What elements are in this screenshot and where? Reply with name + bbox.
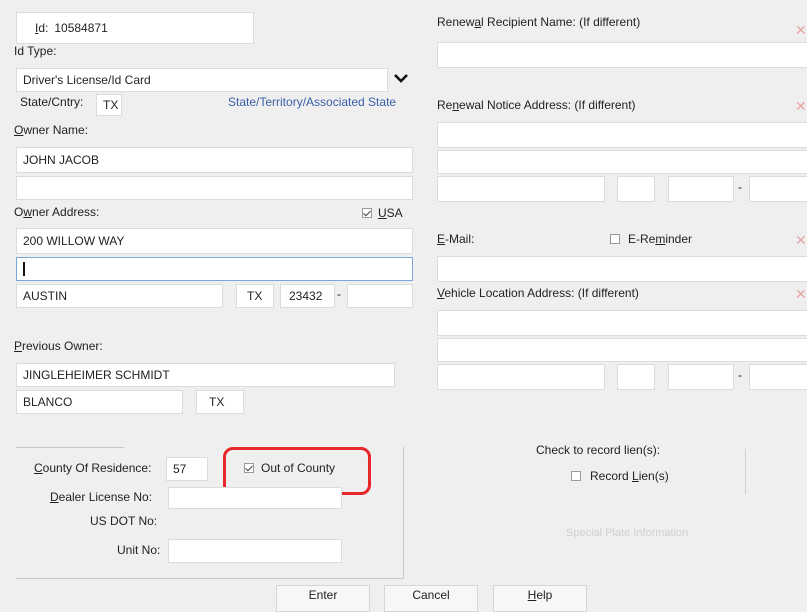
renewal-zip-separator: -	[738, 180, 742, 194]
enter-button[interactable]: Enter	[276, 585, 370, 612]
state-territory-link[interactable]: State/Territory/Associated State	[228, 95, 396, 109]
city-value: AUSTIN	[23, 289, 68, 303]
close-icon[interactable]: ✕	[795, 232, 807, 249]
email-label: E-Mail:	[437, 232, 475, 246]
renewal-notice-label: Renewal Notice Address: (If different)	[437, 98, 636, 112]
county-label: County Of Residence:	[34, 461, 152, 475]
chevron-down-icon[interactable]	[393, 72, 411, 86]
ereminder-label: E-Reminder	[628, 232, 693, 246]
lien-header: Check to record lien(s):	[536, 443, 661, 457]
vehicle-address-1[interactable]	[437, 310, 807, 336]
usa-label: USA	[378, 206, 403, 220]
text-cursor	[23, 262, 25, 276]
checkbox-icon	[571, 471, 581, 481]
renewal-zip-ext[interactable]	[749, 176, 807, 202]
previous-owner-name-value: JINGLEHEIMER SCHMIDT	[23, 368, 170, 382]
help-label: Help	[527, 588, 553, 602]
state-label: State/Cntry:	[20, 95, 84, 109]
email-field[interactable]	[437, 256, 807, 282]
cancel-button[interactable]: Cancel	[384, 585, 478, 612]
state-value: TX	[103, 98, 119, 112]
state-field[interactable]: TX	[96, 94, 122, 116]
renewal-state[interactable]	[617, 176, 655, 202]
special-plate-link: Special Plate Information	[566, 527, 689, 539]
bottom-group-top-line	[16, 447, 124, 448]
renewal-address-2[interactable]	[437, 150, 807, 174]
id-type-select[interactable]: Driver's License/Id Card	[16, 68, 388, 92]
close-icon[interactable]: ✕	[795, 286, 807, 303]
previous-owner-label: Previous Owner:	[14, 339, 103, 353]
id-value: 10584871	[54, 21, 108, 35]
renewal-zip[interactable]	[668, 176, 734, 202]
county-value: 57	[173, 462, 187, 476]
dealer-label: Dealer License No:	[50, 490, 153, 504]
renewal-city[interactable]	[437, 176, 605, 202]
zip-field[interactable]: 23432	[280, 284, 335, 308]
owner-name-field-2[interactable]	[16, 176, 413, 200]
ereminder-checkbox[interactable]: E-Reminder	[610, 232, 692, 246]
owner-name-label: Owner Name:	[14, 123, 89, 137]
close-icon[interactable]: ✕	[795, 98, 807, 115]
record-lien-label: Record Lien(s)	[590, 469, 669, 483]
vehicle-address-2[interactable]	[437, 338, 807, 362]
address-line-2[interactable]	[16, 257, 413, 281]
renewal-recipient-label: Renewal Recipient Name: (If different)	[437, 15, 641, 29]
address-state-value: TX	[247, 289, 263, 303]
vehicle-zip[interactable]	[668, 364, 734, 390]
zip-value: 23432	[289, 289, 323, 303]
address-1-value: 200 WILLOW WAY	[23, 234, 125, 248]
previous-owner-state-field[interactable]: TX	[196, 390, 244, 414]
close-icon[interactable]: ✕	[795, 22, 807, 39]
unit-field[interactable]	[168, 539, 342, 563]
id-type-value: Driver's License/Id Card	[23, 73, 151, 87]
address-line-1[interactable]: 200 WILLOW WAY	[16, 228, 413, 254]
cancel-label: Cancel	[412, 588, 450, 602]
id-label: Id:	[35, 21, 49, 35]
previous-owner-city-field[interactable]: BLANCO	[16, 390, 183, 414]
renewal-address-1[interactable]	[437, 122, 807, 148]
zip-ext-field[interactable]	[347, 284, 413, 308]
vehicle-city[interactable]	[437, 364, 605, 390]
vehicle-zip-separator: -	[738, 368, 742, 382]
unit-label: Unit No:	[117, 543, 161, 557]
id-type-label: Id Type:	[14, 44, 57, 58]
record-lien-checkbox[interactable]: Record Lien(s)	[571, 469, 669, 483]
renewal-recipient-field[interactable]	[437, 42, 807, 68]
dealer-field[interactable]	[168, 487, 342, 509]
address-state-field[interactable]: TX	[236, 284, 274, 308]
vehicle-state[interactable]	[617, 364, 655, 390]
previous-owner-name-field[interactable]: JINGLEHEIMER SCHMIDT	[16, 363, 395, 387]
vehicle-location-label: Vehicle Location Address: (If different)	[437, 286, 639, 300]
owner-address-label: Owner Address:	[14, 205, 100, 219]
previous-owner-city-value: BLANCO	[23, 395, 73, 409]
lien-divider	[745, 449, 746, 494]
id-field[interactable]: Id: 10584871	[16, 12, 254, 44]
checkbox-icon	[362, 208, 372, 218]
usdot-label: US DOT No:	[90, 514, 158, 528]
owner-name-value: JOHN JACOB	[23, 153, 100, 167]
zip-separator: -	[337, 287, 341, 301]
owner-name-field-1[interactable]: JOHN JACOB	[16, 147, 413, 173]
help-button[interactable]: Help	[493, 585, 587, 612]
city-field[interactable]: AUSTIN	[16, 284, 223, 308]
usa-checkbox[interactable]: USA	[362, 206, 403, 220]
county-field[interactable]: 57	[166, 457, 208, 481]
previous-owner-state-value: TX	[209, 395, 225, 409]
enter-label: Enter	[308, 588, 338, 602]
vehicle-zip-ext[interactable]	[749, 364, 807, 390]
checkbox-icon	[610, 234, 620, 244]
